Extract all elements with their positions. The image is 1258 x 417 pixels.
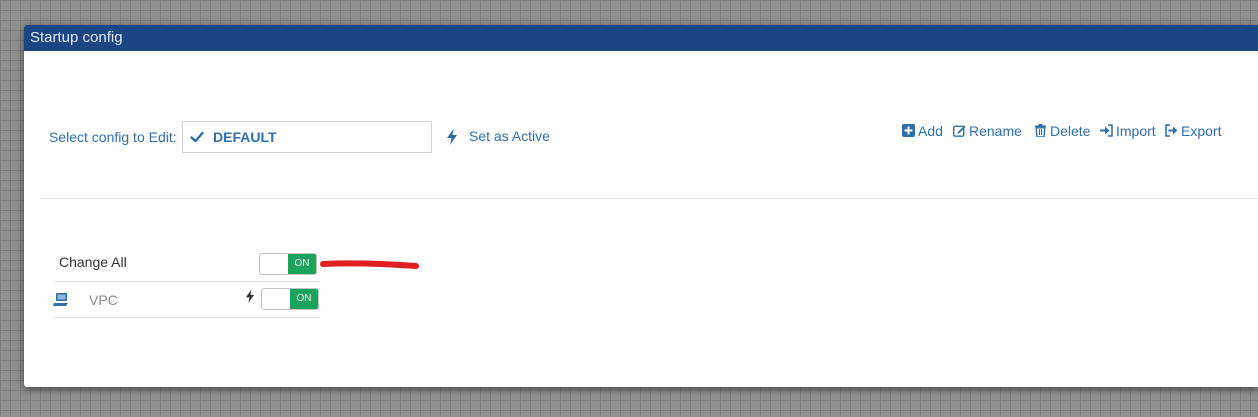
section-divider <box>40 198 1258 199</box>
trash-icon <box>1035 124 1046 137</box>
rename-label: Rename <box>969 123 1022 139</box>
export-label: Export <box>1181 123 1222 139</box>
sign-out-icon <box>1165 124 1178 137</box>
change-all-toggle-state: ON <box>288 254 316 274</box>
vpc-label: VPC <box>89 292 118 308</box>
import-label: Import <box>1116 123 1156 139</box>
check-icon <box>190 131 204 143</box>
delete-label: Delete <box>1050 123 1091 139</box>
vpc-toggle-state: ON <box>290 289 318 309</box>
row-separator <box>54 317 320 318</box>
bolt-icon <box>245 289 255 304</box>
bolt-icon <box>447 129 457 145</box>
computer-icon <box>53 293 68 306</box>
plus-square-icon <box>902 124 915 137</box>
startup-config-dialog: Startup config Select config to Edit: DE… <box>24 25 1258 387</box>
config-select[interactable]: DEFAULT <box>182 121 432 153</box>
set-as-active-label: Set as Active <box>469 128 550 144</box>
vpc-toggle[interactable]: ON <box>261 288 319 310</box>
sign-in-icon <box>1100 124 1113 137</box>
add-label: Add <box>918 123 943 139</box>
dialog-title: Startup config <box>24 25 1258 51</box>
config-select-value: DEFAULT <box>213 129 277 145</box>
red-annotation-mark <box>320 260 419 269</box>
change-all-label: Change All <box>59 254 127 270</box>
select-config-label: Select config to Edit: <box>49 129 177 145</box>
row-separator <box>54 281 320 282</box>
change-all-toggle[interactable]: ON <box>259 253 317 275</box>
edit-icon <box>953 125 966 137</box>
